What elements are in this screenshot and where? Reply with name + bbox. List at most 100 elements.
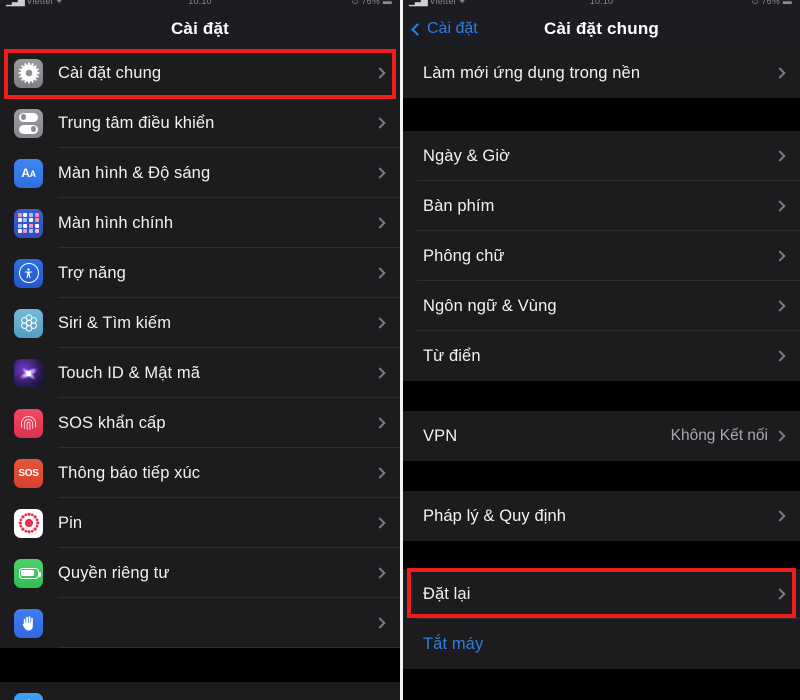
status-bar-right: ▁▃▅ Viettel ✦ 10:10 ⏱ 76% ▬: [403, 0, 800, 10]
list-item-dictionary[interactable]: Từ điển: [403, 331, 800, 381]
chevron-right-icon: [374, 217, 386, 229]
settings-group-1: Cài đặt chung Trung tâm điều khiển AA Mà…: [0, 48, 400, 648]
chevron-right-icon: [774, 67, 786, 79]
general-group-2: Ngày & Giờ Bàn phím Phông chữ Ngôn ngữ &…: [403, 131, 800, 381]
wallpaper-icon: [14, 308, 43, 338]
app-store-icon: [14, 692, 43, 700]
sos-icon: SOS: [14, 458, 43, 488]
touch-id-icon: [14, 408, 43, 438]
list-item-label: Ngôn ngữ & Vùng: [423, 296, 557, 315]
list-item-language-region[interactable]: Ngôn ngữ & Vùng: [403, 281, 800, 331]
status-bar-left: ▁▃▅ Viettel ✦ 10:10 ⏱ 76% ▬: [0, 0, 400, 10]
list-item-date-time[interactable]: Ngày & Giờ: [403, 131, 800, 181]
page-title: Cài đặt: [170, 19, 230, 38]
chevron-right-icon: [374, 417, 386, 429]
sidebar-item-emergency-sos[interactable]: SOS Thông báo tiếp xúc: [0, 448, 400, 498]
chevron-right-icon: [374, 567, 386, 579]
status-bar-time: 10:10: [589, 0, 614, 6]
sidebar-item-label: Quyền riêng tư: [58, 563, 170, 582]
sidebar-item-control-center[interactable]: Trung tâm điều khiển: [0, 98, 400, 148]
general-group-3: VPN Không Kết nối: [403, 411, 800, 461]
alarm-icon: ⏱: [351, 0, 359, 6]
list-item-shut-down[interactable]: Tắt máy: [403, 619, 800, 669]
sidebar-item-label: Màn hình & Độ sáng: [58, 163, 211, 182]
list-item-fonts[interactable]: Phông chữ: [403, 231, 800, 281]
section-gap: [403, 461, 800, 491]
chevron-right-icon: [374, 167, 386, 179]
chevron-right-icon: [374, 117, 386, 129]
sidebar-item-label: Siri & Tìm kiếm: [58, 313, 172, 332]
list-item-label: Ngày & Giờ: [423, 146, 511, 165]
page-title: Cài đặt chung: [544, 19, 659, 38]
list-item-reset[interactable]: Đặt lại: [403, 569, 800, 619]
signal-bars-icon: ▁▃▅: [409, 0, 428, 6]
siri-icon: [14, 358, 43, 388]
section-gap: [403, 98, 800, 131]
list-item-label: VPN: [423, 426, 458, 445]
chevron-right-icon: [774, 250, 786, 262]
general-group-4: Pháp lý & Quy định: [403, 491, 800, 541]
status-bar-carrier: ▁▃▅ Viettel ✦: [6, 0, 63, 7]
list-item-background-app-refresh[interactable]: Làm mới ứng dụng trong nền: [403, 48, 800, 98]
battery-icon: [14, 558, 43, 588]
signal-bars-icon: ▁▃▅: [6, 0, 25, 6]
sidebar-item-label: Pin: [58, 513, 83, 532]
chevron-right-icon: [374, 367, 386, 379]
privacy-hand-icon: [14, 608, 43, 638]
settings-group-2: App Store: [0, 682, 400, 700]
sidebar-item-label: SOS khẩn cấp: [58, 413, 166, 432]
status-bar-battery: ⏱ 76% ▬: [752, 0, 792, 7]
sidebar-item-privacy[interactable]: [0, 598, 400, 648]
sidebar-item-general[interactable]: Cài đặt chung: [0, 48, 400, 98]
sidebar-item-label: Trung tâm điều khiển: [58, 113, 215, 132]
list-item-label: Đặt lại: [423, 584, 471, 603]
control-center-icon: [14, 108, 43, 138]
chevron-right-icon: [374, 467, 386, 479]
sidebar-item-accessibility[interactable]: Trợ năng: [0, 248, 400, 298]
list-item-label: Tắt máy: [423, 634, 484, 653]
section-gap: [403, 541, 800, 569]
chevron-left-icon: [411, 22, 424, 36]
alarm-icon: ⏱: [751, 0, 759, 6]
chevron-right-icon: [374, 67, 386, 79]
chevron-right-icon: [774, 430, 786, 442]
sidebar-item-exposure-notifications[interactable]: Pin: [0, 498, 400, 548]
display-brightness-icon: AA: [14, 158, 43, 188]
vpn-status-value: Không Kết nối: [670, 427, 768, 444]
sidebar-item-display-brightness[interactable]: AA Màn hình & Độ sáng: [0, 148, 400, 198]
sidebar-item-home-screen[interactable]: Màn hình chính: [0, 198, 400, 248]
chevron-right-icon: [774, 300, 786, 312]
gear-icon: [14, 58, 43, 88]
sidebar-item-label: Thông báo tiếp xúc: [58, 463, 201, 482]
sidebar-item-app-store[interactable]: App Store: [0, 682, 400, 700]
chevron-right-icon: [374, 317, 386, 329]
accessibility-icon: [14, 258, 43, 288]
general-settings-pane: ▁▃▅ Viettel ✦ 10:10 ⏱ 76% ▬ Cài đặt Cài …: [403, 0, 800, 700]
status-bar-carrier: ▁▃▅ Viettel ✦: [409, 0, 466, 7]
list-item-label: Bàn phím: [423, 196, 495, 215]
sidebar-item-label: Touch ID & Mật mã: [58, 363, 200, 382]
sidebar-item-battery[interactable]: Quyền riêng tư: [0, 548, 400, 598]
chevron-right-icon: [774, 150, 786, 162]
battery-icon: ▬: [782, 0, 792, 6]
sidebar-item-label: Màn hình chính: [58, 213, 174, 232]
sidebar-item-touch-id-passcode[interactable]: SOS khẩn cấp: [0, 398, 400, 448]
list-item-keyboard[interactable]: Bàn phím: [403, 181, 800, 231]
chevron-right-icon: [374, 517, 386, 529]
battery-icon: ▬: [382, 0, 392, 6]
list-item-legal-regulatory[interactable]: Pháp lý & Quy định: [403, 491, 800, 541]
sidebar-item-label: Cài đặt chung: [58, 63, 162, 82]
sidebar-item-siri-search[interactable]: Touch ID & Mật mã: [0, 348, 400, 398]
back-button[interactable]: Cài đặt: [411, 20, 478, 38]
exposure-notification-icon: [14, 508, 43, 538]
general-group-5: Đặt lại Tắt máy: [403, 569, 800, 669]
general-group-1: Làm mới ứng dụng trong nền: [403, 48, 800, 98]
list-item-vpn[interactable]: VPN Không Kết nối: [403, 411, 800, 461]
section-gap: [0, 648, 400, 682]
sidebar-item-label: Trợ năng: [58, 263, 126, 282]
chevron-right-icon: [374, 267, 386, 279]
list-item-label: Từ điển: [423, 346, 481, 365]
sidebar-item-wallpaper[interactable]: Siri & Tìm kiếm: [0, 298, 400, 348]
left-nav-bar: Cài đặt: [0, 10, 400, 48]
section-gap: [403, 381, 800, 411]
